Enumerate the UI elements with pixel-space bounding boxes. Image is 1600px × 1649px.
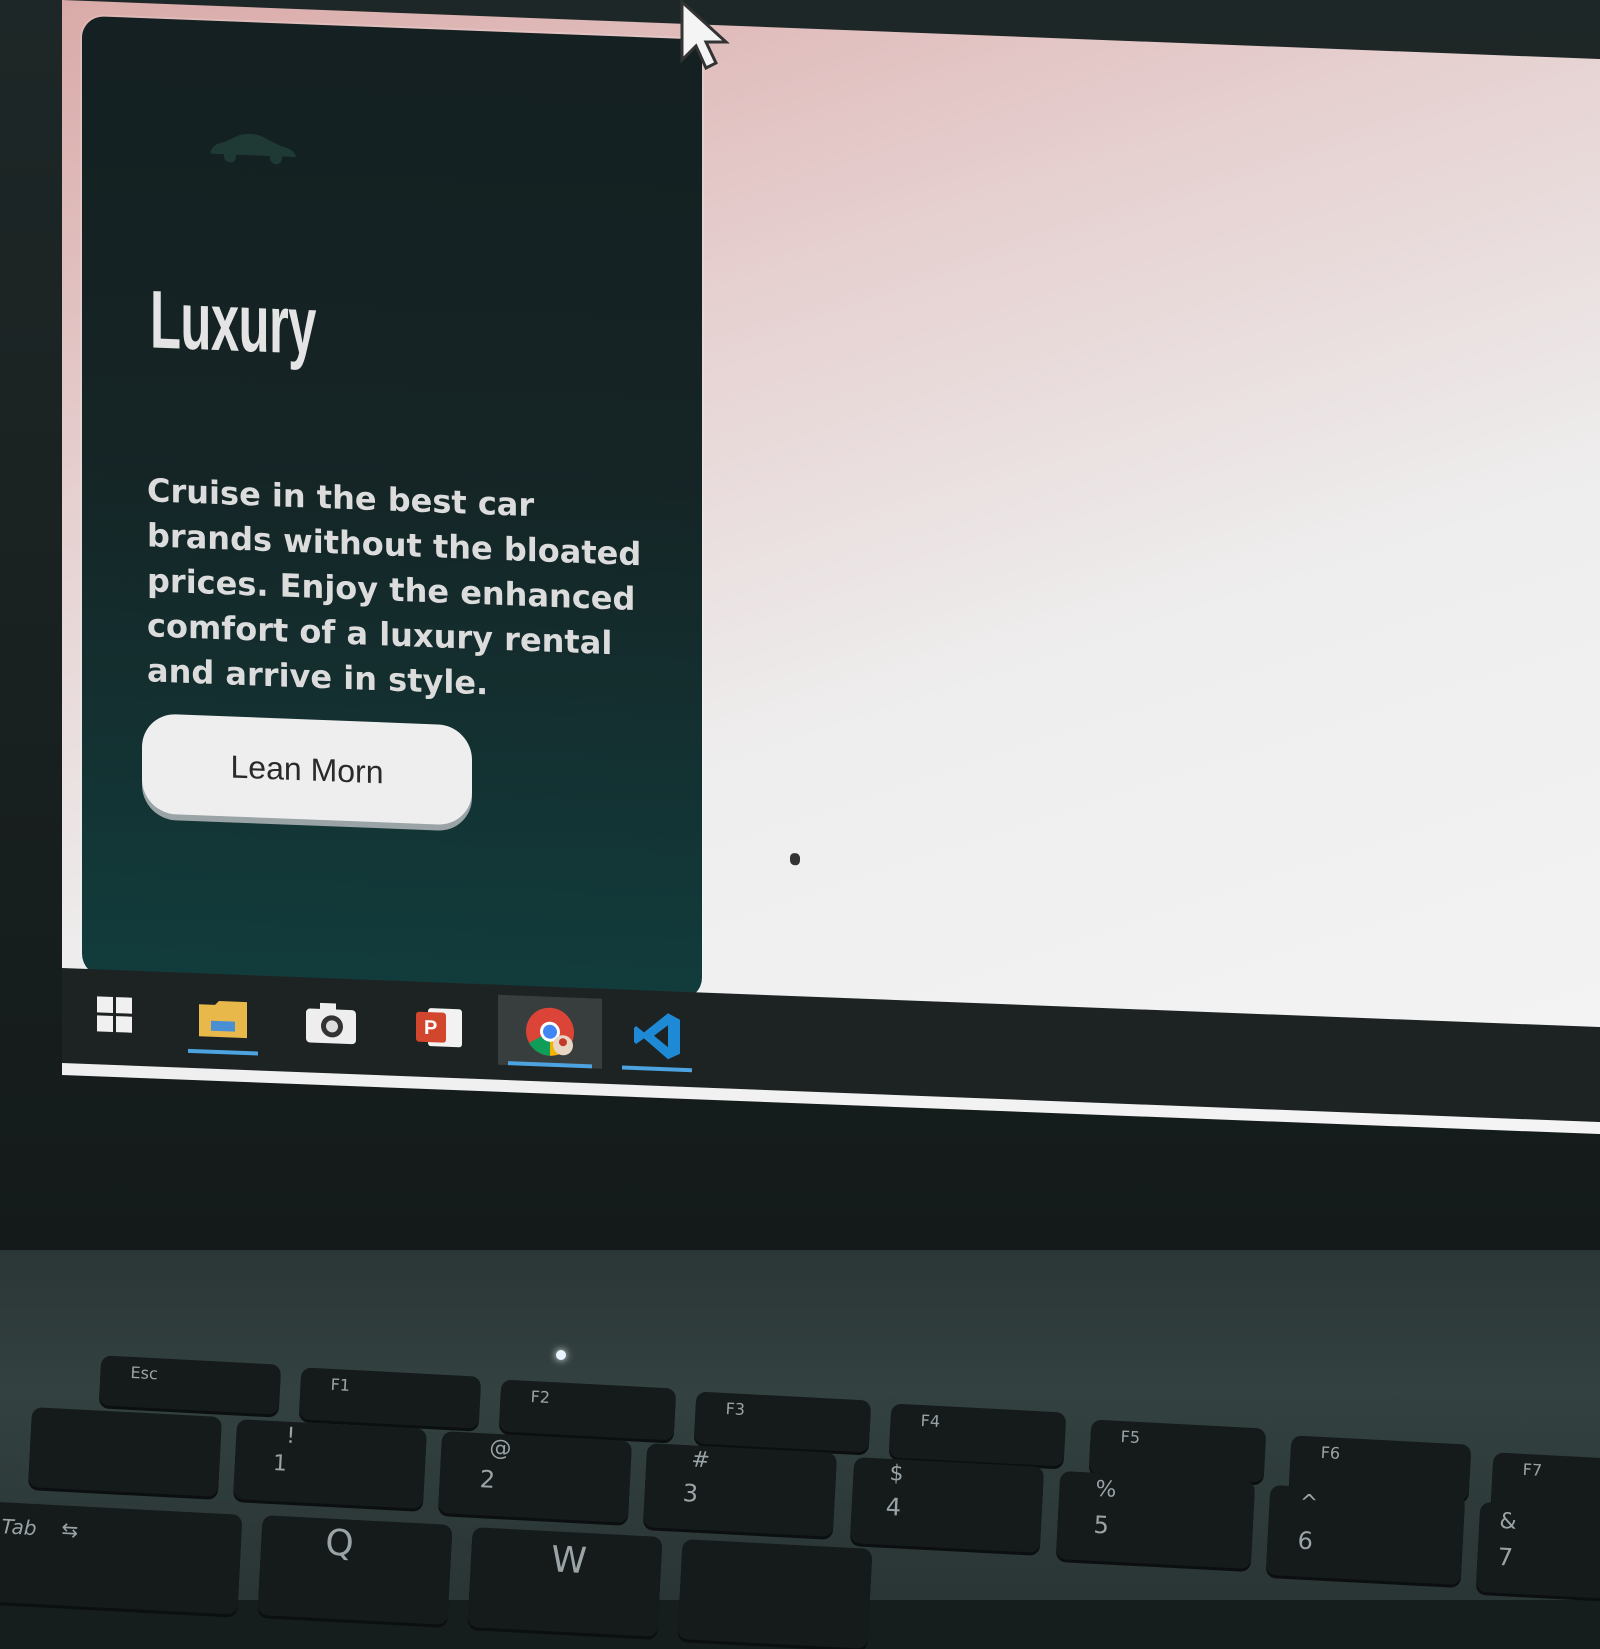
taskbar-running-indicator — [622, 1065, 692, 1073]
browser-viewport: Luxury Cruise in the best car brands wit… — [62, 0, 1600, 1135]
taskbar-running-indicator — [188, 1048, 258, 1056]
key-6[interactable]: ^ 6 — [1265, 1484, 1466, 1586]
screen-speck — [790, 852, 800, 866]
taskbar-file-explorer[interactable] — [178, 982, 268, 1056]
key-f4[interactable]: F4 — [888, 1403, 1067, 1467]
luxury-card: Luxury Cruise in the best car brands wit… — [82, 15, 702, 1000]
key-e[interactable] — [677, 1539, 873, 1649]
windows-start-icon — [97, 996, 132, 1033]
key-7[interactable]: & 7 — [1475, 1501, 1600, 1601]
key-f3[interactable]: F3 — [693, 1391, 872, 1453]
key-3[interactable]: #3 — [642, 1443, 838, 1537]
key-esc[interactable]: Esc — [98, 1355, 282, 1415]
taskbar-camera[interactable] — [286, 987, 376, 1060]
svg-text:P: P — [424, 1017, 437, 1040]
key-tilde[interactable] — [28, 1407, 222, 1497]
powerpoint-icon: P — [416, 1008, 462, 1048]
mouse-pointer-icon — [680, 0, 730, 70]
card-title: Luxury — [150, 274, 316, 372]
key-4[interactable]: $4 — [849, 1457, 1045, 1553]
taskbar-vscode[interactable] — [612, 999, 702, 1073]
vscode-icon — [634, 1013, 680, 1060]
taskbar-running-indicator — [508, 1061, 592, 1069]
key-1[interactable]: ! 1 — [233, 1419, 427, 1509]
key-2[interactable]: @2 — [437, 1431, 633, 1523]
key-5[interactable]: % 5 — [1055, 1470, 1256, 1570]
taskbar-start[interactable] — [70, 978, 160, 1051]
chrome-icon — [526, 1007, 574, 1056]
key-tab[interactable]: Tab ⇆ — [0, 1501, 243, 1615]
card-description: Cruise in the best car brands without th… — [147, 471, 642, 703]
file-explorer-icon — [199, 1001, 247, 1039]
camera-led — [556, 1350, 566, 1360]
key-f2[interactable]: F2 — [498, 1379, 677, 1441]
key-q[interactable]: Q — [257, 1515, 453, 1625]
key-w[interactable]: W — [467, 1527, 663, 1637]
taskbar-powerpoint[interactable]: P — [394, 991, 484, 1064]
learn-more-button[interactable]: Lean Morn — [142, 713, 472, 826]
key-f1[interactable]: F1 — [298, 1367, 482, 1429]
car-icon — [210, 133, 296, 165]
camera-icon — [306, 1002, 356, 1045]
taskbar-chrome[interactable] — [498, 994, 602, 1069]
